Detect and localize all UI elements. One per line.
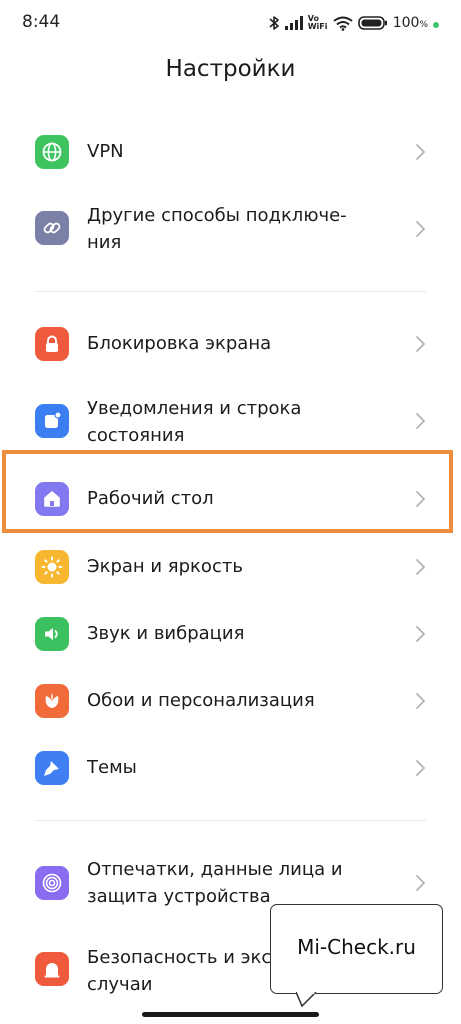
chevron-right-icon bbox=[416, 875, 425, 891]
settings-item-notifications[interactable]: Уведомления и строка состояния bbox=[0, 390, 461, 452]
chevron-right-icon bbox=[416, 413, 425, 429]
battery-percentage: 100% bbox=[393, 15, 428, 31]
chevron-right-icon bbox=[416, 760, 425, 776]
battery-unit: % bbox=[419, 20, 428, 30]
battery-value: 100 bbox=[392, 15, 420, 31]
settings-item-label: Звук и вибрация bbox=[87, 623, 245, 644]
settings-item-desktop[interactable]: Рабочий стол bbox=[0, 472, 461, 526]
settings-item-label: Блокировка экрана bbox=[87, 333, 272, 354]
page-title: Настройки bbox=[165, 56, 296, 82]
chevron-right-icon bbox=[416, 336, 425, 352]
chevron-right-icon bbox=[416, 693, 425, 709]
settings-item-label: Отпечатки, данные лица и защита устройст… bbox=[87, 859, 343, 907]
settings-item-lock-screen[interactable]: Блокировка экрана bbox=[0, 318, 461, 370]
home-indicator[interactable] bbox=[142, 1012, 319, 1017]
globe-icon bbox=[35, 135, 69, 169]
settings-item-label: Темы bbox=[87, 757, 137, 778]
section-divider bbox=[35, 820, 426, 821]
settings-item-label: Экран и яркость bbox=[87, 556, 243, 577]
link-icon bbox=[35, 211, 69, 245]
settings-item-label: VPN bbox=[87, 141, 124, 162]
notification-icon bbox=[35, 404, 69, 438]
settings-item-label: Уведомления и строка состояния bbox=[87, 398, 302, 446]
watermark-text: Mi-Check.ru bbox=[297, 935, 416, 959]
settings-item-label: Рабочий стол bbox=[87, 488, 214, 509]
section-divider bbox=[35, 291, 426, 292]
home-icon bbox=[35, 482, 69, 516]
signal-icon bbox=[284, 16, 303, 30]
settings-item-themes[interactable]: Темы bbox=[0, 742, 461, 794]
volte-wifi-label: Vo WiFi bbox=[308, 15, 328, 31]
callout-tail bbox=[296, 992, 317, 1008]
security-icon bbox=[35, 952, 69, 986]
status-time: 8:44 bbox=[22, 12, 61, 32]
chevron-right-icon bbox=[416, 559, 425, 575]
wifi-icon bbox=[333, 16, 353, 31]
settings-item-label: Обои и персонализация bbox=[87, 690, 315, 711]
watermark-callout: Mi-Check.ru bbox=[270, 904, 443, 994]
chevron-right-icon bbox=[416, 626, 425, 642]
settings-item-vpn[interactable]: VPN bbox=[0, 126, 461, 178]
status-bar: 8:44 Vo WiFi 100% bbox=[0, 0, 461, 46]
chevron-right-icon bbox=[416, 491, 425, 507]
brush-icon bbox=[35, 751, 69, 785]
status-icons: Vo WiFi 100% bbox=[268, 12, 439, 34]
settings-item-label: Другие способы подключе- ния bbox=[87, 205, 347, 253]
flower-icon bbox=[35, 684, 69, 718]
chevron-right-icon bbox=[416, 221, 425, 237]
green-dot bbox=[433, 21, 439, 28]
lock-icon bbox=[35, 327, 69, 361]
settings-item-wallpaper[interactable]: Обои и персонализация bbox=[0, 675, 461, 727]
settings-item-sound[interactable]: Звук и вибрация bbox=[0, 608, 461, 660]
chevron-right-icon bbox=[416, 144, 425, 160]
bluetooth-icon bbox=[268, 15, 280, 31]
volte-line2: WiFi bbox=[307, 22, 328, 31]
fingerprint-icon bbox=[35, 866, 69, 900]
speaker-icon bbox=[35, 617, 69, 651]
settings-item-display[interactable]: Экран и яркость bbox=[0, 542, 461, 594]
battery-icon bbox=[357, 16, 388, 30]
settings-item-other-connections[interactable]: Другие способы подключе- ния bbox=[0, 196, 461, 262]
sun-icon bbox=[35, 550, 69, 584]
